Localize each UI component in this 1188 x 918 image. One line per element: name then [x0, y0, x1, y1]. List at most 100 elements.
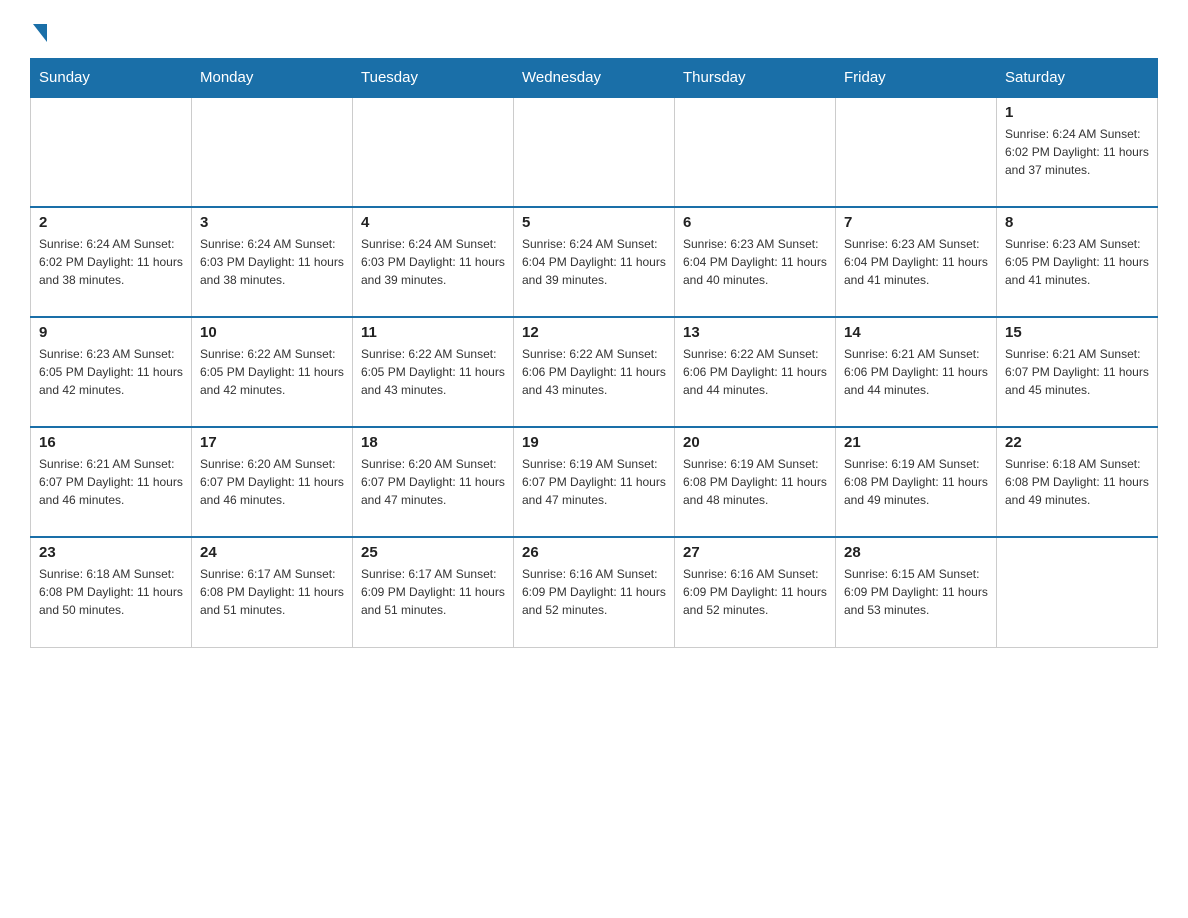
day-info: Sunrise: 6:16 AM Sunset: 6:09 PM Dayligh…: [522, 565, 666, 619]
day-info: Sunrise: 6:16 AM Sunset: 6:09 PM Dayligh…: [683, 565, 827, 619]
column-header-sunday: Sunday: [31, 59, 192, 98]
day-number: 8: [1005, 214, 1149, 231]
day-info: Sunrise: 6:22 AM Sunset: 6:05 PM Dayligh…: [361, 345, 505, 399]
day-number: 15: [1005, 324, 1149, 341]
day-info: Sunrise: 6:23 AM Sunset: 6:04 PM Dayligh…: [683, 235, 827, 289]
calendar-header-row: SundayMondayTuesdayWednesdayThursdayFrid…: [31, 59, 1158, 98]
calendar-cell: 20 Sunrise: 6:19 AM Sunset: 6:08 PM Dayli…: [675, 427, 836, 537]
day-number: 1: [1005, 104, 1149, 121]
day-number: 3: [200, 214, 344, 231]
day-info: Sunrise: 6:24 AM Sunset: 6:02 PM Dayligh…: [1005, 125, 1149, 179]
column-header-wednesday: Wednesday: [514, 59, 675, 98]
day-number: 26: [522, 544, 666, 561]
calendar-cell: [31, 97, 192, 207]
day-number: 2: [39, 214, 183, 231]
calendar-cell: [192, 97, 353, 207]
day-number: 20: [683, 434, 827, 451]
day-info: Sunrise: 6:24 AM Sunset: 6:02 PM Dayligh…: [39, 235, 183, 289]
day-info: Sunrise: 6:20 AM Sunset: 6:07 PM Dayligh…: [361, 455, 505, 509]
calendar-cell: 19 Sunrise: 6:19 AM Sunset: 6:07 PM Dayli…: [514, 427, 675, 537]
logo-arrow-icon: [33, 24, 47, 42]
day-info: Sunrise: 6:22 AM Sunset: 6:06 PM Dayligh…: [522, 345, 666, 399]
day-info: Sunrise: 6:24 AM Sunset: 6:03 PM Dayligh…: [361, 235, 505, 289]
day-number: 9: [39, 324, 183, 341]
calendar-cell: [997, 537, 1158, 647]
calendar-cell: 8 Sunrise: 6:23 AM Sunset: 6:05 PM Daylig…: [997, 207, 1158, 317]
week-row-5: 23 Sunrise: 6:18 AM Sunset: 6:08 PM Dayli…: [31, 537, 1158, 647]
calendar-cell: [675, 97, 836, 207]
day-info: Sunrise: 6:18 AM Sunset: 6:08 PM Dayligh…: [1005, 455, 1149, 509]
day-info: Sunrise: 6:24 AM Sunset: 6:03 PM Dayligh…: [200, 235, 344, 289]
day-info: Sunrise: 6:19 AM Sunset: 6:08 PM Dayligh…: [683, 455, 827, 509]
day-info: Sunrise: 6:18 AM Sunset: 6:08 PM Dayligh…: [39, 565, 183, 619]
day-info: Sunrise: 6:19 AM Sunset: 6:07 PM Dayligh…: [522, 455, 666, 509]
calendar-cell: 13 Sunrise: 6:22 AM Sunset: 6:06 PM Dayli…: [675, 317, 836, 427]
day-number: 25: [361, 544, 505, 561]
calendar-cell: 14Sunrise: 6:21 AM Sunset: 6:06 PM Dayli…: [836, 317, 997, 427]
calendar-cell: 18 Sunrise: 6:20 AM Sunset: 6:07 PM Dayli…: [353, 427, 514, 537]
column-header-thursday: Thursday: [675, 59, 836, 98]
day-number: 5: [522, 214, 666, 231]
day-number: 24: [200, 544, 344, 561]
column-header-saturday: Saturday: [997, 59, 1158, 98]
day-number: 23: [39, 544, 183, 561]
logo: [30, 20, 47, 42]
day-number: 10: [200, 324, 344, 341]
calendar-cell: 21 Sunrise: 6:19 AM Sunset: 6:08 PM Dayli…: [836, 427, 997, 537]
calendar-cell: 11 Sunrise: 6:22 AM Sunset: 6:05 PM Dayli…: [353, 317, 514, 427]
day-info: Sunrise: 6:15 AM Sunset: 6:09 PM Dayligh…: [844, 565, 988, 619]
calendar-cell: 24 Sunrise: 6:17 AM Sunset: 6:08 PM Dayli…: [192, 537, 353, 647]
week-row-1: 1 Sunrise: 6:24 AM Sunset: 6:02 PM Daylig…: [31, 97, 1158, 207]
week-row-2: 2 Sunrise: 6:24 AM Sunset: 6:02 PM Daylig…: [31, 207, 1158, 317]
calendar-cell: [836, 97, 997, 207]
day-info: Sunrise: 6:23 AM Sunset: 6:05 PM Dayligh…: [39, 345, 183, 399]
day-info: Sunrise: 6:22 AM Sunset: 6:06 PM Dayligh…: [683, 345, 827, 399]
calendar-cell: 2 Sunrise: 6:24 AM Sunset: 6:02 PM Daylig…: [31, 207, 192, 317]
calendar-cell: 27 Sunrise: 6:16 AM Sunset: 6:09 PM Dayli…: [675, 537, 836, 647]
day-number: 11: [361, 324, 505, 341]
column-header-tuesday: Tuesday: [353, 59, 514, 98]
calendar-cell: 15 Sunrise: 6:21 AM Sunset: 6:07 PM Dayli…: [997, 317, 1158, 427]
calendar-cell: 16 Sunrise: 6:21 AM Sunset: 6:07 PM Dayli…: [31, 427, 192, 537]
calendar-cell: 4 Sunrise: 6:24 AM Sunset: 6:03 PM Daylig…: [353, 207, 514, 317]
day-number: 28: [844, 544, 988, 561]
day-info: Sunrise: 6:23 AM Sunset: 6:05 PM Dayligh…: [1005, 235, 1149, 289]
day-number: 16: [39, 434, 183, 451]
calendar-table: SundayMondayTuesdayWednesdayThursdayFrid…: [30, 58, 1158, 648]
day-info: Sunrise: 6:23 AM Sunset: 6:04 PM Dayligh…: [844, 235, 988, 289]
day-info: Sunrise: 6:24 AM Sunset: 6:04 PM Dayligh…: [522, 235, 666, 289]
day-number: 13: [683, 324, 827, 341]
calendar-cell: 22 Sunrise: 6:18 AM Sunset: 6:08 PM Dayli…: [997, 427, 1158, 537]
calendar-cell: [353, 97, 514, 207]
calendar-cell: 28 Sunrise: 6:15 AM Sunset: 6:09 PM Dayli…: [836, 537, 997, 647]
day-info: Sunrise: 6:22 AM Sunset: 6:05 PM Dayligh…: [200, 345, 344, 399]
calendar-cell: 9 Sunrise: 6:23 AM Sunset: 6:05 PM Daylig…: [31, 317, 192, 427]
calendar-cell: [514, 97, 675, 207]
day-number: 18: [361, 434, 505, 451]
day-info: Sunrise: 6:17 AM Sunset: 6:08 PM Dayligh…: [200, 565, 344, 619]
day-info: Sunrise: 6:21 AM Sunset: 6:07 PM Dayligh…: [1005, 345, 1149, 399]
calendar-cell: 25Sunrise: 6:17 AM Sunset: 6:09 PM Dayli…: [353, 537, 514, 647]
day-number: 17: [200, 434, 344, 451]
calendar-cell: 12 Sunrise: 6:22 AM Sunset: 6:06 PM Dayli…: [514, 317, 675, 427]
calendar-cell: 26 Sunrise: 6:16 AM Sunset: 6:09 PM Dayli…: [514, 537, 675, 647]
calendar-cell: 10 Sunrise: 6:22 AM Sunset: 6:05 PM Dayli…: [192, 317, 353, 427]
calendar-cell: 3 Sunrise: 6:24 AM Sunset: 6:03 PM Daylig…: [192, 207, 353, 317]
day-number: 14: [844, 324, 988, 341]
calendar-cell: 1 Sunrise: 6:24 AM Sunset: 6:02 PM Daylig…: [997, 97, 1158, 207]
column-header-monday: Monday: [192, 59, 353, 98]
day-number: 22: [1005, 434, 1149, 451]
day-info: Sunrise: 6:21 AM Sunset: 6:07 PM Dayligh…: [39, 455, 183, 509]
day-number: 21: [844, 434, 988, 451]
calendar-cell: 23 Sunrise: 6:18 AM Sunset: 6:08 PM Dayli…: [31, 537, 192, 647]
week-row-4: 16 Sunrise: 6:21 AM Sunset: 6:07 PM Dayli…: [31, 427, 1158, 537]
day-info: Sunrise: 6:19 AM Sunset: 6:08 PM Dayligh…: [844, 455, 988, 509]
week-row-3: 9 Sunrise: 6:23 AM Sunset: 6:05 PM Daylig…: [31, 317, 1158, 427]
calendar-cell: 7Sunrise: 6:23 AM Sunset: 6:04 PM Daylig…: [836, 207, 997, 317]
day-number: 19: [522, 434, 666, 451]
day-number: 6: [683, 214, 827, 231]
day-number: 27: [683, 544, 827, 561]
day-number: 12: [522, 324, 666, 341]
day-number: 4: [361, 214, 505, 231]
calendar-cell: 17Sunrise: 6:20 AM Sunset: 6:07 PM Dayli…: [192, 427, 353, 537]
